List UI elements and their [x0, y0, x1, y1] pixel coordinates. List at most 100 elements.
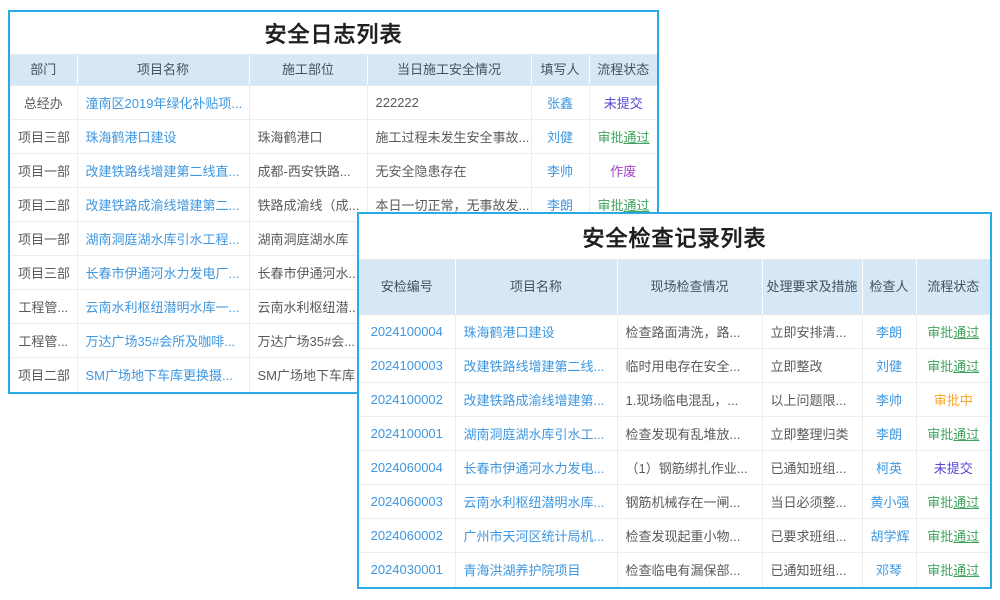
project-link[interactable]: 潼南区2019年绿化补贴项...	[86, 96, 243, 111]
project-link[interactable]: 改建铁路成渝线增建第...	[464, 393, 605, 408]
project-link[interactable]: 云南水利枢纽潜明水库...	[464, 495, 605, 510]
id-link[interactable]: 2024100003	[371, 358, 443, 373]
cell-measures: 当日必须整...	[762, 485, 862, 519]
table-row: 2024030001青海洪湖养护院项目检查临电有漏保部...已通知班组...邓琴…	[359, 553, 990, 587]
table-row: 2024060002 广州市天河区统计局机... 检查发现起重小物...已要求班组.…	[359, 519, 990, 553]
project-link[interactable]: 青海洪湖养护院项目	[464, 563, 581, 578]
id-link[interactable]: 2024060004	[371, 460, 443, 475]
writer-link[interactable]: 李朗	[547, 198, 573, 213]
project-link[interactable]: 湖南洞庭湖水库引水工程...	[86, 232, 240, 247]
cell-id: 2024060002	[359, 519, 455, 553]
writer-link[interactable]: 刘健	[547, 130, 573, 145]
cell-inspection: 临时用电存在安全...	[617, 349, 762, 383]
cell-inspector: 李帅	[862, 383, 916, 417]
column-header-inspector: 检查人	[862, 260, 916, 315]
table-row: 2024100004珠海鹤港口建设检查路面清洗，路...立即安排清...李朗审批…	[359, 315, 990, 349]
cell-flow: 未提交	[589, 86, 657, 120]
cell-id: 2024060004	[359, 451, 455, 485]
cell-inspection: 检查路面清洗，路...	[617, 315, 762, 349]
cell-inspector: 胡学辉	[862, 519, 916, 553]
project-link[interactable]: 珠海鹤港口建设	[86, 130, 177, 145]
table-row: 项目三部珠海鹤港口建设珠海鹤港口施工过程未发生安全事故...刘健审批通过	[10, 120, 657, 154]
cell-project: 潼南区2019年绿化补贴项...	[77, 86, 249, 120]
cell-dept: 项目三部	[10, 120, 77, 154]
flow-status-text: 审批通过	[927, 427, 979, 442]
inspector-link[interactable]: 刘健	[876, 359, 902, 374]
id-link[interactable]: 2024030001	[371, 562, 443, 577]
flow-status-text: 未提交	[604, 96, 643, 111]
writer-link[interactable]: 张鑫	[547, 96, 573, 111]
cell-project: 广州市天河区统计局机...	[455, 519, 617, 553]
table-row: 2024100001湖南洞庭湖水库引水工...检查发现有乱堆放...立即整理归类…	[359, 417, 990, 451]
safety-log-header-row: 部门项目名称施工部位当日施工安全情况填写人流程状态	[10, 55, 657, 86]
project-link[interactable]: SM广场地下车库更换摄...	[86, 368, 233, 383]
id-link[interactable]: 2024100002	[371, 392, 443, 407]
column-header-measures: 处理要求及措施	[762, 260, 862, 315]
cell-flow: 审批通过	[916, 315, 990, 349]
cell-inspection: 检查发现起重小物...	[617, 519, 762, 553]
id-link[interactable]: 2024100004	[371, 324, 443, 339]
flow-status-text: 未提交	[934, 461, 973, 476]
cell-location: 铁路成渝线（成...	[249, 188, 367, 222]
inspector-link[interactable]: 柯英	[876, 461, 902, 476]
cell-project: 珠海鹤港口建设	[455, 315, 617, 349]
column-header-flow: 流程状态	[916, 260, 990, 315]
inspection-record-panel: 安全检查记录列表 安检编号项目名称现场检查情况处理要求及措施检查人流程状态 20…	[357, 212, 992, 589]
column-header-note: 当日施工安全情况	[367, 55, 531, 86]
id-link[interactable]: 2024060003	[371, 494, 443, 509]
cell-project: 改建铁路线增建第二线...	[455, 349, 617, 383]
project-link[interactable]: 万达广场35#会所及咖啡...	[86, 334, 236, 349]
cell-project: 珠海鹤港口建设	[77, 120, 249, 154]
cell-flow: 审批通过	[916, 553, 990, 587]
inspector-link[interactable]: 李朗	[876, 427, 902, 442]
cell-location: SM广场地下车库	[249, 358, 367, 392]
project-link[interactable]: 长春市伊通河水力发电厂...	[86, 266, 240, 281]
flow-status-text: 审批通过	[598, 198, 650, 213]
table-row: 总经办潼南区2019年绿化补贴项...222222张鑫未提交	[10, 86, 657, 120]
project-link[interactable]: 广州市天河区统计局机...	[464, 529, 605, 544]
inspector-link[interactable]: 胡学辉	[871, 529, 910, 544]
cell-id: 2024100002	[359, 383, 455, 417]
cell-project: 云南水利枢纽潜明水库一...	[77, 290, 249, 324]
cell-measures: 以上问题限...	[762, 383, 862, 417]
cell-measures: 已要求班组...	[762, 519, 862, 553]
id-link[interactable]: 2024060002	[371, 528, 443, 543]
cell-note: 222222	[367, 86, 531, 120]
inspector-link[interactable]: 李朗	[876, 325, 902, 340]
column-header-inspection: 现场检查情况	[617, 260, 762, 315]
cell-location: 云南水利枢纽潜...	[249, 290, 367, 324]
project-link[interactable]: 珠海鹤港口建设	[464, 325, 555, 340]
writer-link[interactable]: 李帅	[547, 164, 573, 179]
project-link[interactable]: 长春市伊通河水力发电...	[464, 461, 605, 476]
cell-project: 改建铁路成渝线增建第二...	[77, 188, 249, 222]
project-link[interactable]: 改建铁路线增建第二线直...	[86, 164, 240, 179]
cell-inspector: 李朗	[862, 315, 916, 349]
cell-dept: 工程管...	[10, 324, 77, 358]
cell-writer: 张鑫	[531, 86, 589, 120]
cell-project: 改建铁路线增建第二线直...	[77, 154, 249, 188]
id-link[interactable]: 2024100001	[371, 426, 443, 441]
cell-location: 珠海鹤港口	[249, 120, 367, 154]
cell-flow: 作废	[589, 154, 657, 188]
inspector-link[interactable]: 邓琴	[876, 563, 902, 578]
cell-inspector: 黄小强	[862, 485, 916, 519]
project-link[interactable]: 湖南洞庭湖水库引水工...	[464, 427, 605, 442]
project-link[interactable]: 云南水利枢纽潜明水库一...	[86, 300, 240, 315]
cell-project: SM广场地下车库更换摄...	[77, 358, 249, 392]
cell-dept: 项目一部	[10, 154, 77, 188]
table-row: 2024100002改建铁路成渝线增建第...1.现场临电混乱，...以上问题限…	[359, 383, 990, 417]
cell-project: 万达广场35#会所及咖啡...	[77, 324, 249, 358]
cell-project: 云南水利枢纽潜明水库...	[455, 485, 617, 519]
inspector-link[interactable]: 李帅	[876, 393, 902, 408]
cell-project: 改建铁路成渝线增建第...	[455, 383, 617, 417]
project-link[interactable]: 改建铁路成渝线增建第二...	[86, 198, 240, 213]
cell-flow: 审批通过	[916, 417, 990, 451]
flow-status-text: 作废	[610, 164, 636, 179]
cell-inspection: 检查临电有漏保部...	[617, 553, 762, 587]
flow-status-text: 审批通过	[927, 325, 979, 340]
safety-log-title: 安全日志列表	[10, 12, 657, 54]
column-header-id: 安检编号	[359, 260, 455, 315]
inspector-link[interactable]: 黄小强	[871, 495, 910, 510]
project-link[interactable]: 改建铁路线增建第二线...	[464, 359, 605, 374]
cell-note: 施工过程未发生安全事故...	[367, 120, 531, 154]
